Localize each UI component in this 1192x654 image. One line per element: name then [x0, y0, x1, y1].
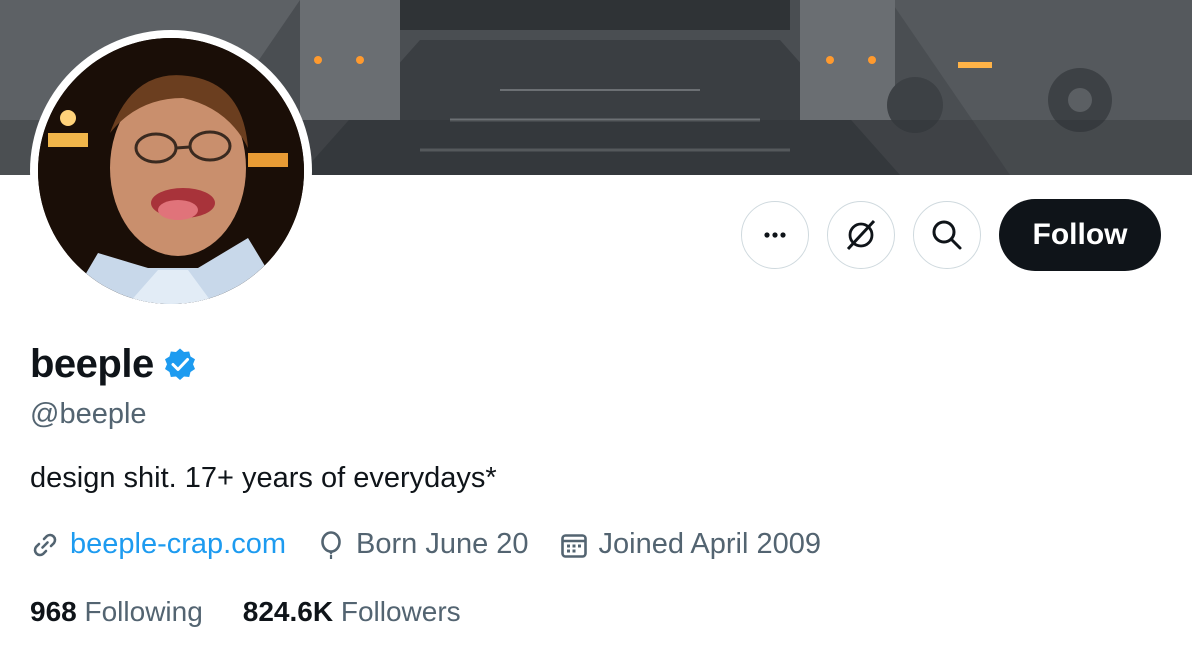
profile-bio: design shit. 17+ years of everydays*	[30, 462, 497, 494]
display-name: beeple	[30, 342, 154, 386]
search-icon	[932, 220, 962, 250]
following-stat[interactable]: 968 Following	[30, 596, 203, 628]
user-handle: @beeple	[30, 398, 147, 430]
birthday-item: Born June 20	[316, 528, 529, 561]
search-button[interactable]	[913, 201, 981, 269]
profile-actions: Follow	[741, 199, 1161, 271]
followers-stat[interactable]: 824.6K Followers	[243, 596, 461, 628]
avatar[interactable]	[38, 38, 304, 304]
joined-text: Joined April 2009	[598, 528, 822, 560]
calendar-icon	[560, 533, 587, 558]
balloon-icon	[321, 530, 341, 559]
grok-button[interactable]	[827, 201, 895, 269]
followers-label: Followers	[340, 596, 461, 627]
joined-item: Joined April 2009	[559, 528, 822, 561]
more-button[interactable]	[741, 201, 809, 269]
avatar-image	[38, 38, 304, 304]
website-item: beeple-crap.com	[30, 528, 286, 561]
follow-stats: 968 Following 824.6K Followers	[30, 596, 501, 628]
more-horizontal-icon	[764, 232, 786, 238]
birthday-text: Born June 20	[356, 528, 529, 560]
verified-badge-icon[interactable]	[162, 347, 198, 383]
followers-count: 824.6K	[242, 596, 334, 627]
following-count: 968	[30, 596, 77, 627]
profile-meta: beeple-crap.com Born June 20 Joined Apri…	[30, 528, 851, 561]
grok-icon	[846, 219, 876, 251]
name-row: beeple	[30, 342, 198, 387]
website-link[interactable]: beeple-crap.com	[70, 528, 286, 561]
follow-button[interactable]: Follow	[999, 199, 1161, 271]
following-label: Following	[84, 596, 203, 627]
avatar-frame	[30, 30, 312, 312]
link-icon	[33, 533, 57, 556]
